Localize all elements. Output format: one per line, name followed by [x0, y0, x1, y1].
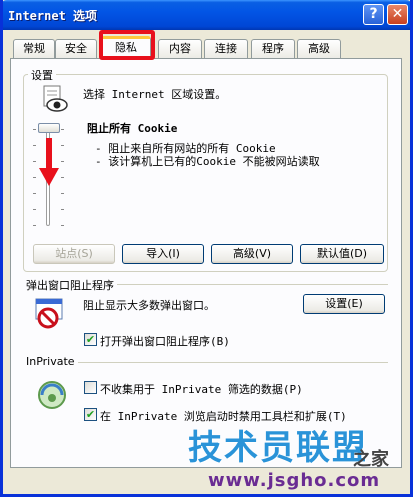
privacy-level-desc-2: - 该计算机上已有的Cookie 不能被网站读取 — [95, 155, 320, 168]
privacy-slider-thumb[interactable] — [38, 123, 60, 133]
advanced-button[interactable]: 高级(V) — [211, 244, 293, 264]
slider-tick — [61, 225, 64, 226]
sites-button[interactable]: 站点(S) — [33, 244, 115, 264]
tab-advanced[interactable]: 高级 — [297, 39, 341, 58]
import-button[interactable]: 导入(I) — [122, 244, 204, 264]
close-button[interactable]: ✕ — [387, 4, 408, 25]
slider-tick — [61, 177, 64, 178]
tab-programs[interactable]: 程序 — [251, 39, 295, 58]
tab-security[interactable]: 安全 — [55, 39, 97, 58]
inprivate-disable-toolbars-checkbox[interactable]: ✔ — [84, 408, 97, 421]
slider-tick — [61, 161, 64, 162]
down-arrow-icon — [39, 138, 59, 186]
privacy-eye-icon — [43, 85, 68, 112]
slider-tick — [33, 129, 36, 130]
tab-content[interactable]: 内容 — [158, 39, 202, 58]
settings-legend: 设置 — [28, 67, 56, 83]
watermark-logo: 技术员联盟 — [188, 428, 368, 468]
internet-options-dialog: Internet 选项 ? ✕ 常规 安全 隐私 内容 连接 程序 高级 设置 … — [0, 0, 413, 497]
settings-group: 设置 — [23, 67, 388, 272]
slider-tick — [33, 225, 36, 226]
slider-tick — [61, 209, 64, 210]
default-button[interactable]: 默认值(D) — [300, 244, 384, 264]
inprivate-no-collect-label[interactable]: 不收集用于 InPrivate 筛选的数据(P) — [100, 381, 303, 397]
inprivate-no-collect-checkbox[interactable] — [84, 381, 97, 394]
watermark-suffix: 之家 — [353, 449, 389, 470]
slider-tick — [33, 193, 36, 194]
watermark-url: www.jsgho.com — [208, 470, 381, 491]
popup-enable-checkbox[interactable]: ✔ — [84, 333, 97, 346]
slider-tick — [33, 177, 36, 178]
help-button[interactable]: ? — [363, 4, 384, 25]
slider-tick — [33, 161, 36, 162]
slider-tick — [61, 145, 64, 146]
slider-tick — [33, 145, 36, 146]
tab-general[interactable]: 常规 — [13, 39, 55, 58]
tab-connections[interactable]: 连接 — [204, 39, 248, 58]
privacy-level-title: 阻止所有 Cookie — [87, 122, 178, 135]
popup-legend: 弹出窗口阻止程序 — [23, 277, 117, 293]
window-title: Internet 选项 — [8, 9, 98, 23]
slider-tick — [33, 209, 36, 210]
settings-instruction: 选择 Internet 区域设置。 — [83, 88, 227, 101]
popup-blocker-icon — [35, 298, 63, 329]
inprivate-icon — [38, 381, 66, 409]
popup-settings-button[interactable]: 设置(E) — [303, 294, 385, 314]
highlight-frame — [99, 30, 155, 60]
slider-tick — [61, 129, 64, 130]
inprivate-legend: InPrivate — [23, 355, 78, 368]
title-bar[interactable]: Internet 选项 ? ✕ — [3, 0, 410, 30]
popup-desc: 阻止显示大多数弹出窗口。 — [83, 299, 215, 312]
popup-enable-label[interactable]: 打开弹出窗口阻止程序(B) — [100, 333, 230, 349]
slider-tick — [61, 193, 64, 194]
